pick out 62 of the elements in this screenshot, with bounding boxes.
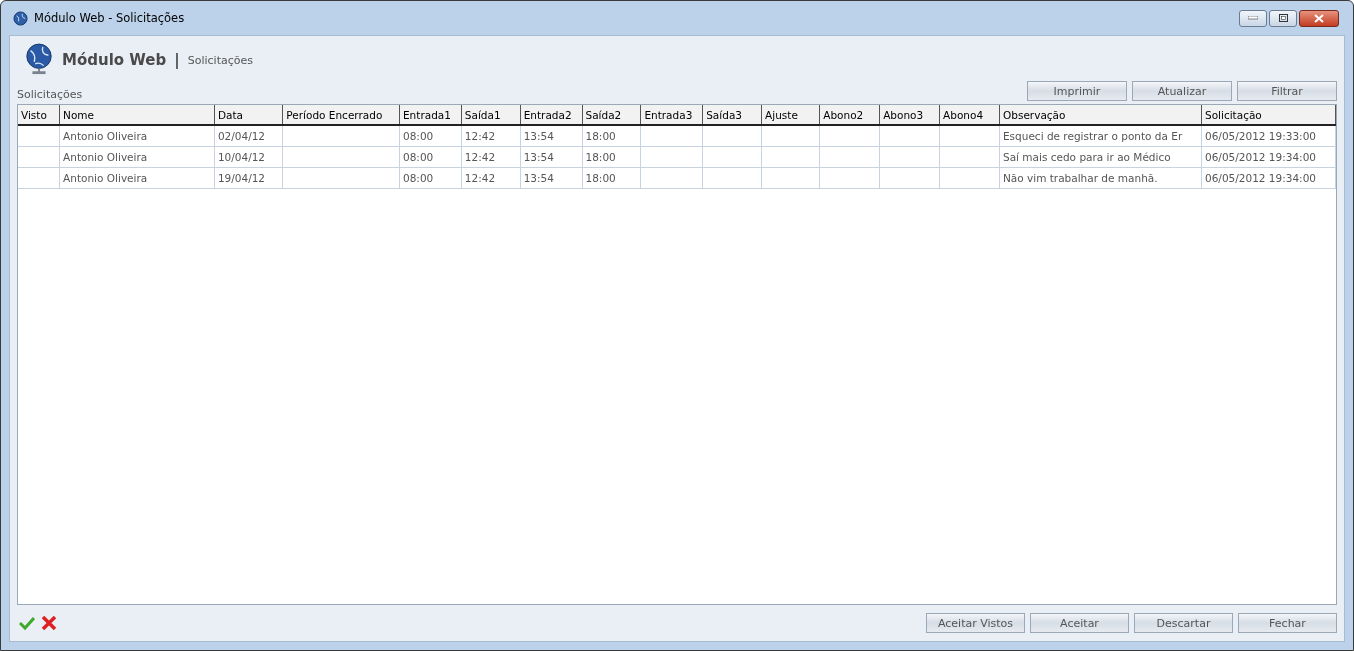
column-header[interactable]: Observação xyxy=(999,105,1202,125)
table-label: Solicitações xyxy=(17,88,83,101)
column-header[interactable]: Entrada2 xyxy=(520,105,582,125)
column-header[interactable]: Entrada3 xyxy=(640,105,703,125)
column-header[interactable]: Ajuste xyxy=(761,105,820,125)
module-title: Módulo Web xyxy=(62,51,167,69)
table-cell: 08:00 xyxy=(403,151,434,163)
globe-icon xyxy=(13,10,28,26)
table-cell: Antonio Oliveira xyxy=(63,151,148,163)
column-header[interactable]: Período Encerrado xyxy=(282,105,400,125)
page-subtitle: Solicitações xyxy=(187,53,253,67)
table-cell: 12:42 xyxy=(464,172,496,184)
title-separator: | xyxy=(174,51,180,69)
table-cell: 19/04/12 xyxy=(217,172,266,184)
column-header[interactable]: Saída1 xyxy=(461,105,521,125)
table-cell: Saí mais cedo para ir ao Médico xyxy=(1003,151,1171,163)
column-header[interactable]: Abono4 xyxy=(939,105,1000,125)
table-cell: 06/05/2012 19:34:00 xyxy=(1205,151,1316,163)
table-cell: 18:00 xyxy=(585,151,616,163)
footer-button[interactable]: Descartar xyxy=(1134,613,1233,633)
column-header[interactable]: Saída2 xyxy=(582,105,641,125)
table-cell: Não vim trabalhar de manhã. xyxy=(1003,172,1158,184)
table-cell: 08:00 xyxy=(403,172,434,184)
footer-button[interactable]: Aceitar xyxy=(1030,613,1129,633)
table-cell: 02/04/12 xyxy=(217,130,266,142)
column-header[interactable]: Abono3 xyxy=(879,105,940,125)
footer-button[interactable]: Fechar xyxy=(1238,613,1337,633)
column-header[interactable]: Saída3 xyxy=(702,105,762,125)
table-cell: 06/05/2012 19:33:00 xyxy=(1205,130,1316,142)
maximize-button[interactable] xyxy=(1269,9,1297,27)
table-cell: 13:54 xyxy=(523,172,554,184)
table-cell: Antonio Oliveira xyxy=(63,172,148,184)
table-cell: 13:54 xyxy=(523,130,554,142)
toolbar-button[interactable]: Atualizar xyxy=(1132,81,1232,101)
table-cell: Esqueci de registrar o ponto da Er xyxy=(1003,130,1183,142)
column-header[interactable]: Abono2 xyxy=(819,105,880,125)
table-cell: 12:42 xyxy=(464,130,496,142)
table-cell: 18:00 xyxy=(585,130,616,142)
column-header[interactable]: Solicitação xyxy=(1201,105,1336,125)
table-cell: 08:00 xyxy=(403,130,434,142)
close-icon[interactable] xyxy=(41,615,57,631)
column-header[interactable]: Entrada1 xyxy=(399,105,462,125)
window-title: Módulo Web - Solicitações xyxy=(34,11,185,25)
maximize-icon xyxy=(1278,14,1288,22)
table-cell: 10/04/12 xyxy=(217,151,266,163)
toolbar-button[interactable]: Filtrar xyxy=(1237,81,1337,101)
minimize-button[interactable] xyxy=(1239,9,1267,27)
globe-icon xyxy=(24,43,54,77)
close-button[interactable] xyxy=(1299,9,1339,27)
table-cell: 12:42 xyxy=(464,151,496,163)
checkmark-icon[interactable] xyxy=(19,615,35,631)
toolbar-button[interactable]: Imprimir xyxy=(1027,81,1127,101)
close-icon xyxy=(1314,13,1324,23)
column-header[interactable]: Nome xyxy=(59,105,215,125)
table-cell: 13:54 xyxy=(523,151,554,163)
footer-button[interactable]: Aceitar Vistos xyxy=(926,613,1025,633)
table-cell: 06/05/2012 19:34:00 xyxy=(1205,172,1316,184)
table-cell: 18:00 xyxy=(585,172,616,184)
column-header[interactable]: Visto xyxy=(18,105,60,125)
column-header[interactable]: Data xyxy=(214,105,283,125)
minimize-icon xyxy=(1248,16,1258,20)
table-cell: Antonio Oliveira xyxy=(63,130,148,142)
